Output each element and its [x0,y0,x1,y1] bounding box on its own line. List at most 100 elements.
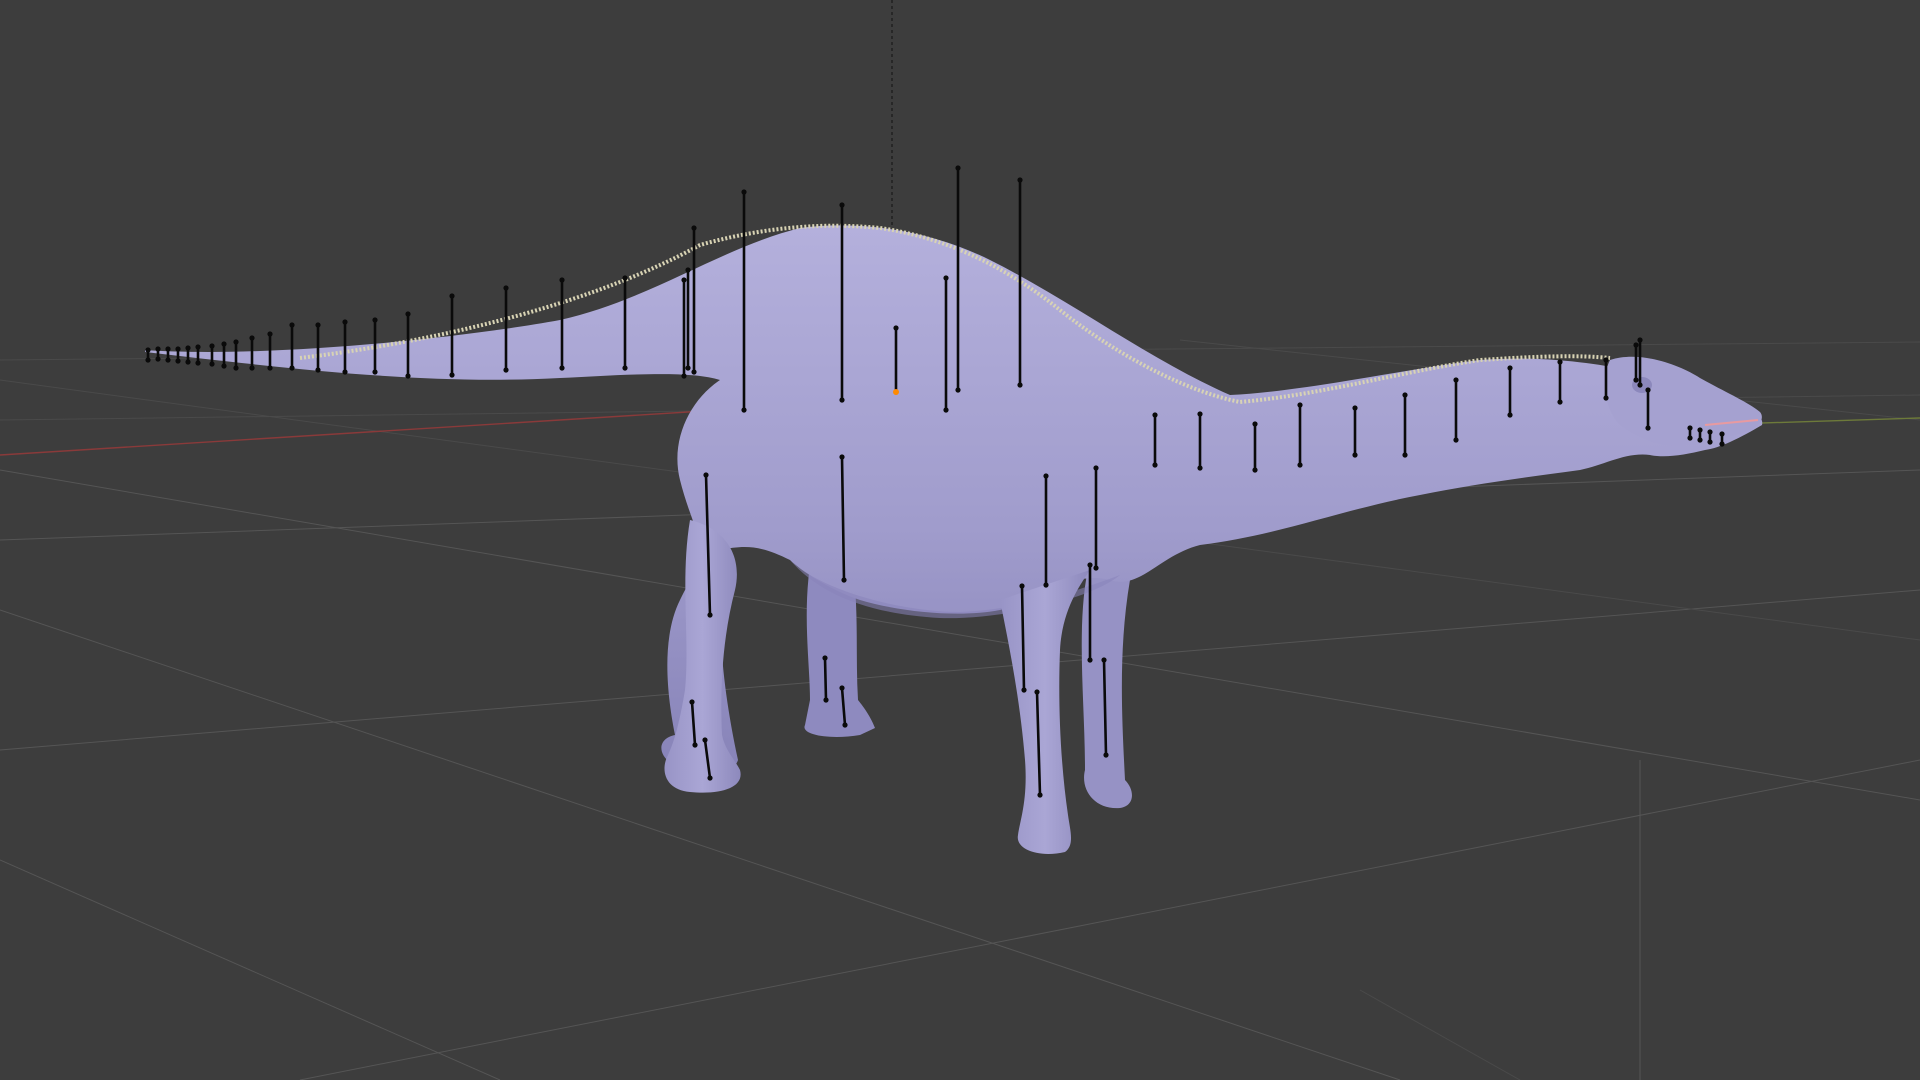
bone-2-head-joint[interactable] [155,346,161,352]
bone-38-head-joint[interactable] [1557,359,1563,365]
bone-33-head-joint[interactable] [1297,402,1303,408]
bone-12-head-joint[interactable] [289,322,295,328]
bone-19-tail-joint[interactable] [559,365,565,371]
bone-1-head-joint[interactable] [145,347,151,353]
bone-9-head-joint[interactable] [233,339,239,345]
bone-21-head-joint[interactable] [681,277,687,283]
bone-37-tail-joint[interactable] [1507,412,1513,418]
bone-13-head-joint[interactable] [315,322,321,328]
bone-11-tail-joint[interactable] [267,365,273,371]
viewport-canvas[interactable] [0,0,1920,1080]
bone-37-head-joint[interactable] [1507,365,1513,371]
bone-22-head-joint[interactable] [685,267,691,273]
bone-7-head-joint[interactable] [209,343,215,349]
bone-34-head-joint[interactable] [1352,405,1358,411]
bone-52-head-joint[interactable] [839,685,845,691]
bone-26-tail-joint[interactable] [955,387,961,393]
origin-marker[interactable] [893,389,899,395]
bone-44-tail-joint[interactable] [1697,437,1703,443]
bone-7-tail-joint[interactable] [209,361,215,367]
bone-30-tail-joint[interactable] [1152,462,1158,468]
bone-18-head-joint[interactable] [503,285,509,291]
bone-29-tail-joint[interactable] [943,407,949,413]
bone-29-head-joint[interactable] [943,275,949,281]
bone-2-tail-joint[interactable] [155,356,161,362]
bone-23-tail-joint[interactable] [691,369,697,375]
bone-19-head-joint[interactable] [559,277,565,283]
bone-54-head-joint[interactable] [1093,465,1099,471]
bone-39-tail-joint[interactable] [1603,395,1609,401]
bone-15-tail-joint[interactable] [372,369,378,375]
bone-22-tail-joint[interactable] [685,365,691,371]
bone-18-tail-joint[interactable] [503,367,509,373]
bone-14-tail-joint[interactable] [342,369,348,375]
bone-31-tail-joint[interactable] [1197,465,1203,471]
bone-5-head-joint[interactable] [185,345,191,351]
bone-4-head-joint[interactable] [175,346,181,352]
bone-40-head-joint[interactable] [1633,342,1639,348]
bone-25-tail-joint[interactable] [839,397,845,403]
bone-8-head-joint[interactable] [221,341,227,347]
bone-49-tail-joint[interactable] [692,742,698,748]
bone-31-head-joint[interactable] [1197,411,1203,417]
bone-51-tail-joint[interactable] [823,697,829,703]
bone-17-tail-joint[interactable] [449,372,455,378]
bone-43-tail-joint[interactable] [1687,435,1693,441]
bone-34-tail-joint[interactable] [1352,452,1358,458]
bone-50-tail-joint[interactable] [707,775,713,781]
bone-42-head-joint[interactable] [1645,387,1651,393]
bone-27-tail-joint[interactable] [1017,382,1023,388]
bone-4-tail-joint[interactable] [175,358,181,364]
bone-51[interactable] [823,656,828,702]
bone-35-tail-joint[interactable] [1402,452,1408,458]
bone-16-head-joint[interactable] [405,311,411,317]
bone-23-head-joint[interactable] [691,225,697,231]
bone-43-head-joint[interactable] [1687,425,1693,431]
bone-58-head-joint[interactable] [1101,657,1107,663]
bone-11-head-joint[interactable] [267,331,273,337]
bone-5-tail-joint[interactable] [185,359,191,365]
bone-57-tail-joint[interactable] [1037,792,1043,798]
bone-35-head-joint[interactable] [1402,392,1408,398]
bone-47-tail-joint[interactable] [707,612,713,618]
bone-16-tail-joint[interactable] [405,373,411,379]
bone-24-tail-joint[interactable] [741,407,747,413]
bone-36-tail-joint[interactable] [1453,437,1459,443]
bone-28-head-joint[interactable] [893,325,899,331]
bone-53-tail-joint[interactable] [1043,582,1049,588]
bone-46-tail-joint[interactable] [1719,441,1725,447]
bone-3-head-joint[interactable] [165,346,171,352]
bone-51-head-joint[interactable] [822,655,828,661]
bone-14-head-joint[interactable] [342,319,348,325]
bone-42-tail-joint[interactable] [1645,425,1651,431]
bone-20-head-joint[interactable] [622,275,628,281]
bone-26-head-joint[interactable] [955,165,961,171]
bone-56-head-joint[interactable] [1019,583,1025,589]
bone-24-head-joint[interactable] [741,189,747,195]
bone-52-tail-joint[interactable] [842,722,848,728]
bone-33-tail-joint[interactable] [1297,462,1303,468]
bone-21-tail-joint[interactable] [681,373,687,379]
bone-41-head-joint[interactable] [1637,337,1643,343]
bone-15-head-joint[interactable] [372,317,378,323]
bone-30-head-joint[interactable] [1152,412,1158,418]
dinosaur-mesh[interactable] [145,223,1763,855]
bone-44-head-joint[interactable] [1697,427,1703,433]
bone-8-tail-joint[interactable] [221,363,227,369]
bone-55-head-joint[interactable] [1087,562,1093,568]
bone-47-head-joint[interactable] [703,472,709,478]
bone-12-tail-joint[interactable] [289,365,295,371]
bone-38-tail-joint[interactable] [1557,399,1563,405]
bone-48-tail-joint[interactable] [841,577,847,583]
bone-32-head-joint[interactable] [1252,421,1258,427]
bone-20-tail-joint[interactable] [622,365,628,371]
bone-57-head-joint[interactable] [1034,689,1040,695]
front-leg-near[interactable] [1000,570,1090,855]
bone-13-tail-joint[interactable] [315,367,321,373]
bone-45-head-joint[interactable] [1707,429,1713,435]
bone-39-head-joint[interactable] [1603,357,1609,363]
bone-55-tail-joint[interactable] [1087,657,1093,663]
3d-viewport[interactable] [0,0,1920,1080]
bone-3-tail-joint[interactable] [165,357,171,363]
bone-48-head-joint[interactable] [839,454,845,460]
